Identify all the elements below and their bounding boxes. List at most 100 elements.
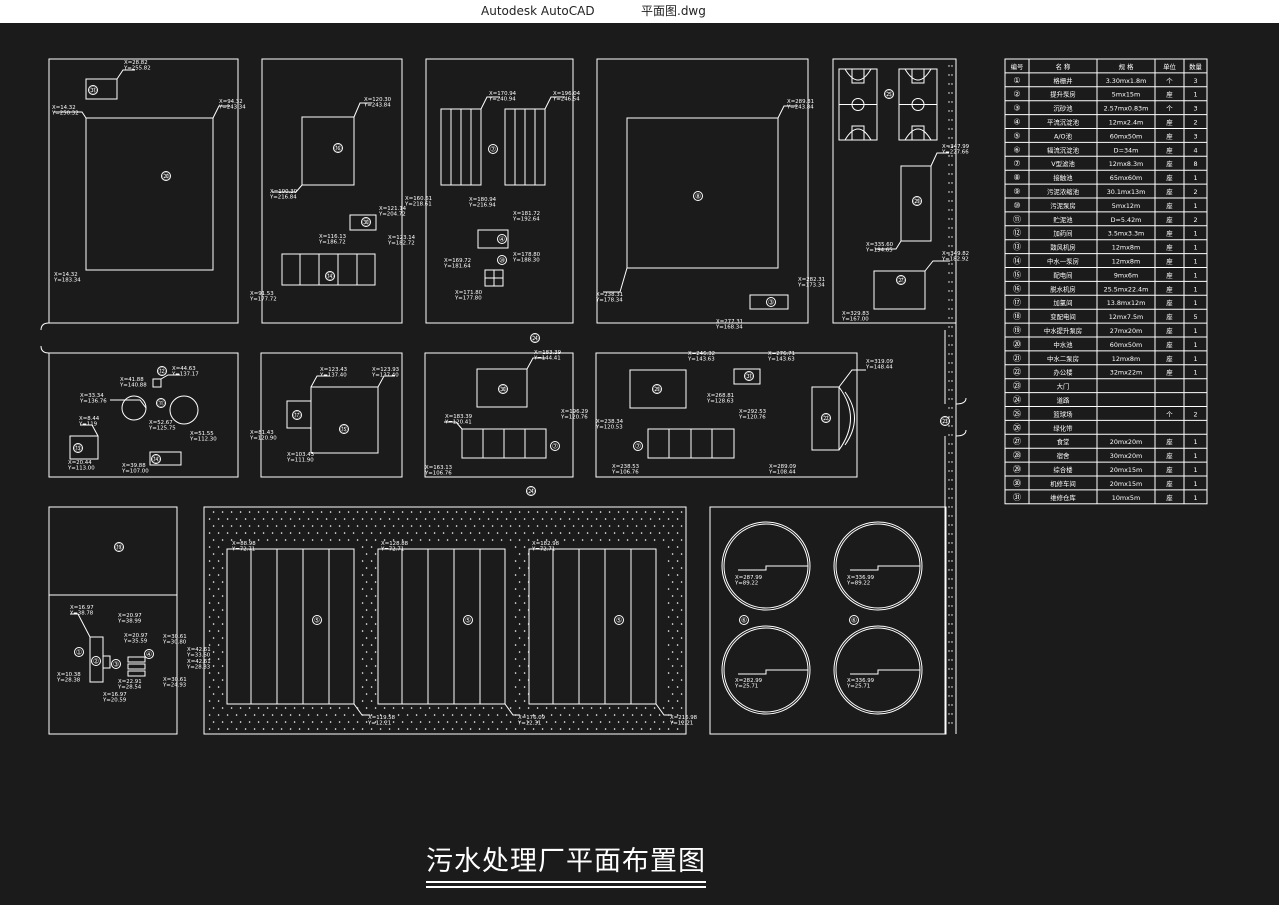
greenbelt-zone [203, 506, 687, 735]
table-header: 编号 [1011, 62, 1024, 71]
table-cell: 9mx6m [1114, 271, 1138, 279]
structure-number: ⑬ [75, 444, 82, 452]
table-index: ㉖ [1013, 423, 1021, 432]
table-cell: 12mx8.3m [1109, 160, 1144, 168]
table-cell: 5mx12m [1112, 202, 1140, 210]
table-cell: 32mx22m [1110, 369, 1143, 377]
table-cell: V型滤池 [1051, 159, 1075, 168]
table-cell: 平流沉淀池 [1047, 118, 1080, 127]
table-cell: 1 [1193, 202, 1197, 210]
table-cell: 座 [1166, 284, 1173, 293]
coord-y: Y=113.00 [67, 466, 95, 472]
structure-number: ㉒ [823, 414, 830, 422]
table-cell: 中水提升泵房 [1044, 326, 1082, 335]
road-curve [955, 429, 967, 437]
table-index: ⑰ [1013, 298, 1021, 307]
table-cell: 1 [1193, 174, 1197, 182]
table-cell: 维修仓库 [1050, 493, 1076, 502]
structure-number: ⑤ [616, 616, 622, 624]
leader [603, 267, 628, 293]
table-index: ⑩ [1013, 201, 1020, 210]
ao-tank [377, 548, 506, 705]
table-cell: 1 [1193, 452, 1197, 460]
coord-y: Y=181.64 [443, 264, 471, 270]
coord-y: Y=35.59 [123, 639, 148, 645]
table-cell: 8 [1193, 160, 1197, 168]
table-cell: 2 [1193, 119, 1197, 127]
table-cell: 13.8mx12m [1107, 299, 1146, 307]
structure-number: ⑦ [552, 442, 558, 450]
structure-number: ㉙ [654, 385, 661, 393]
drawing-title: 污水处理厂平面布置图 [426, 845, 706, 883]
coord-y: Y=108.44 [768, 470, 796, 476]
table-cell: 加氯间 [1053, 298, 1072, 307]
court-key [851, 68, 865, 84]
table-cell: 座 [1166, 326, 1173, 335]
tank [169, 395, 199, 425]
table-cell: 1 [1193, 480, 1197, 488]
table-index: ㉓ [1013, 382, 1021, 391]
coord-y: Y=173.34 [797, 283, 825, 289]
road-curve [955, 397, 967, 405]
coord-y: Y=112.30 [189, 437, 217, 443]
court-arc [904, 128, 932, 141]
table-cell: 4 [1193, 146, 1197, 154]
building [301, 116, 355, 186]
coord-y: Y=188.30 [512, 258, 540, 264]
table-index: ② [1013, 90, 1020, 99]
coord-y: Y=72.71 [231, 547, 255, 553]
coord-y: Y=143.63 [687, 357, 715, 363]
structure-number: ㉗ [898, 276, 905, 284]
structure-number: ⑪ [158, 399, 165, 407]
table-cell: 1 [1193, 494, 1197, 502]
coord-y: Y=24.93 [162, 683, 186, 689]
coord-y: Y=255.82 [123, 66, 151, 72]
drawing-canvas[interactable]: ㉛⑳X=28.82Y=255.82X=14.32Y=250.32X=94.32Y… [0, 23, 1279, 905]
table-cell: 3.5mx3.3m [1108, 230, 1145, 238]
coord-y: Y=28.38 [56, 678, 81, 684]
table-cell: 办公楼 [1053, 368, 1073, 377]
table-cell: 座 [1166, 201, 1173, 210]
coord-y: Y=89.22 [734, 581, 758, 587]
table-cell: D=34m [1114, 146, 1139, 154]
table-cell: 12mx8m [1112, 355, 1140, 363]
table-cell: 座 [1166, 340, 1173, 349]
leader [924, 260, 950, 272]
table-index: ㉔ [1013, 396, 1021, 405]
table-index: ㉑ [1013, 354, 1021, 363]
coord-y: Y=186.72 [318, 240, 346, 246]
table-cell: 60mx50m [1110, 341, 1143, 349]
road-curve [40, 345, 50, 354]
coord-y: Y=12.21 [669, 721, 693, 727]
table-cell: 座 [1166, 215, 1173, 224]
coord-y: Y=12.21 [367, 721, 391, 727]
coord-y: Y=111.90 [286, 458, 314, 464]
table-cell: 20mx15m [1110, 480, 1143, 488]
table-cell: 机修车间 [1050, 479, 1076, 488]
table-cell: 道路 [1057, 396, 1070, 405]
structure-number: ⑯ [335, 144, 342, 152]
table-cell: 座 [1166, 312, 1173, 321]
coord-y: Y=38.99 [117, 619, 142, 625]
coord-y: Y=30.80 [162, 640, 187, 646]
coord-y: Y=167.00 [841, 317, 869, 323]
table-cell: 座 [1166, 479, 1173, 488]
structure-number: ③ [113, 660, 119, 668]
coord-y: Y=28.54 [117, 685, 142, 691]
table-cell: 1 [1193, 244, 1197, 252]
coord-y: Y=243.34 [218, 105, 246, 111]
table-index: ④ [1013, 118, 1020, 127]
table-cell: 2.57mx0.83m [1104, 105, 1149, 113]
table-index: ⑬ [1013, 243, 1021, 252]
title-bar: Autodesk AutoCAD 平面图.dwg [0, 0, 1279, 23]
table-cell: 1 [1193, 230, 1197, 238]
table-cell: 30.1mx13m [1107, 188, 1146, 196]
structure-number: ⑮ [341, 425, 348, 433]
table-cell: 座 [1166, 145, 1173, 154]
structure-number: ㉕ [886, 90, 893, 98]
structure-number: ㉛ [746, 372, 753, 380]
table-cell: 座 [1166, 270, 1173, 279]
table-index: ㉒ [1013, 368, 1021, 377]
office-arc [838, 386, 851, 451]
structure-number: ⑦ [490, 145, 496, 153]
